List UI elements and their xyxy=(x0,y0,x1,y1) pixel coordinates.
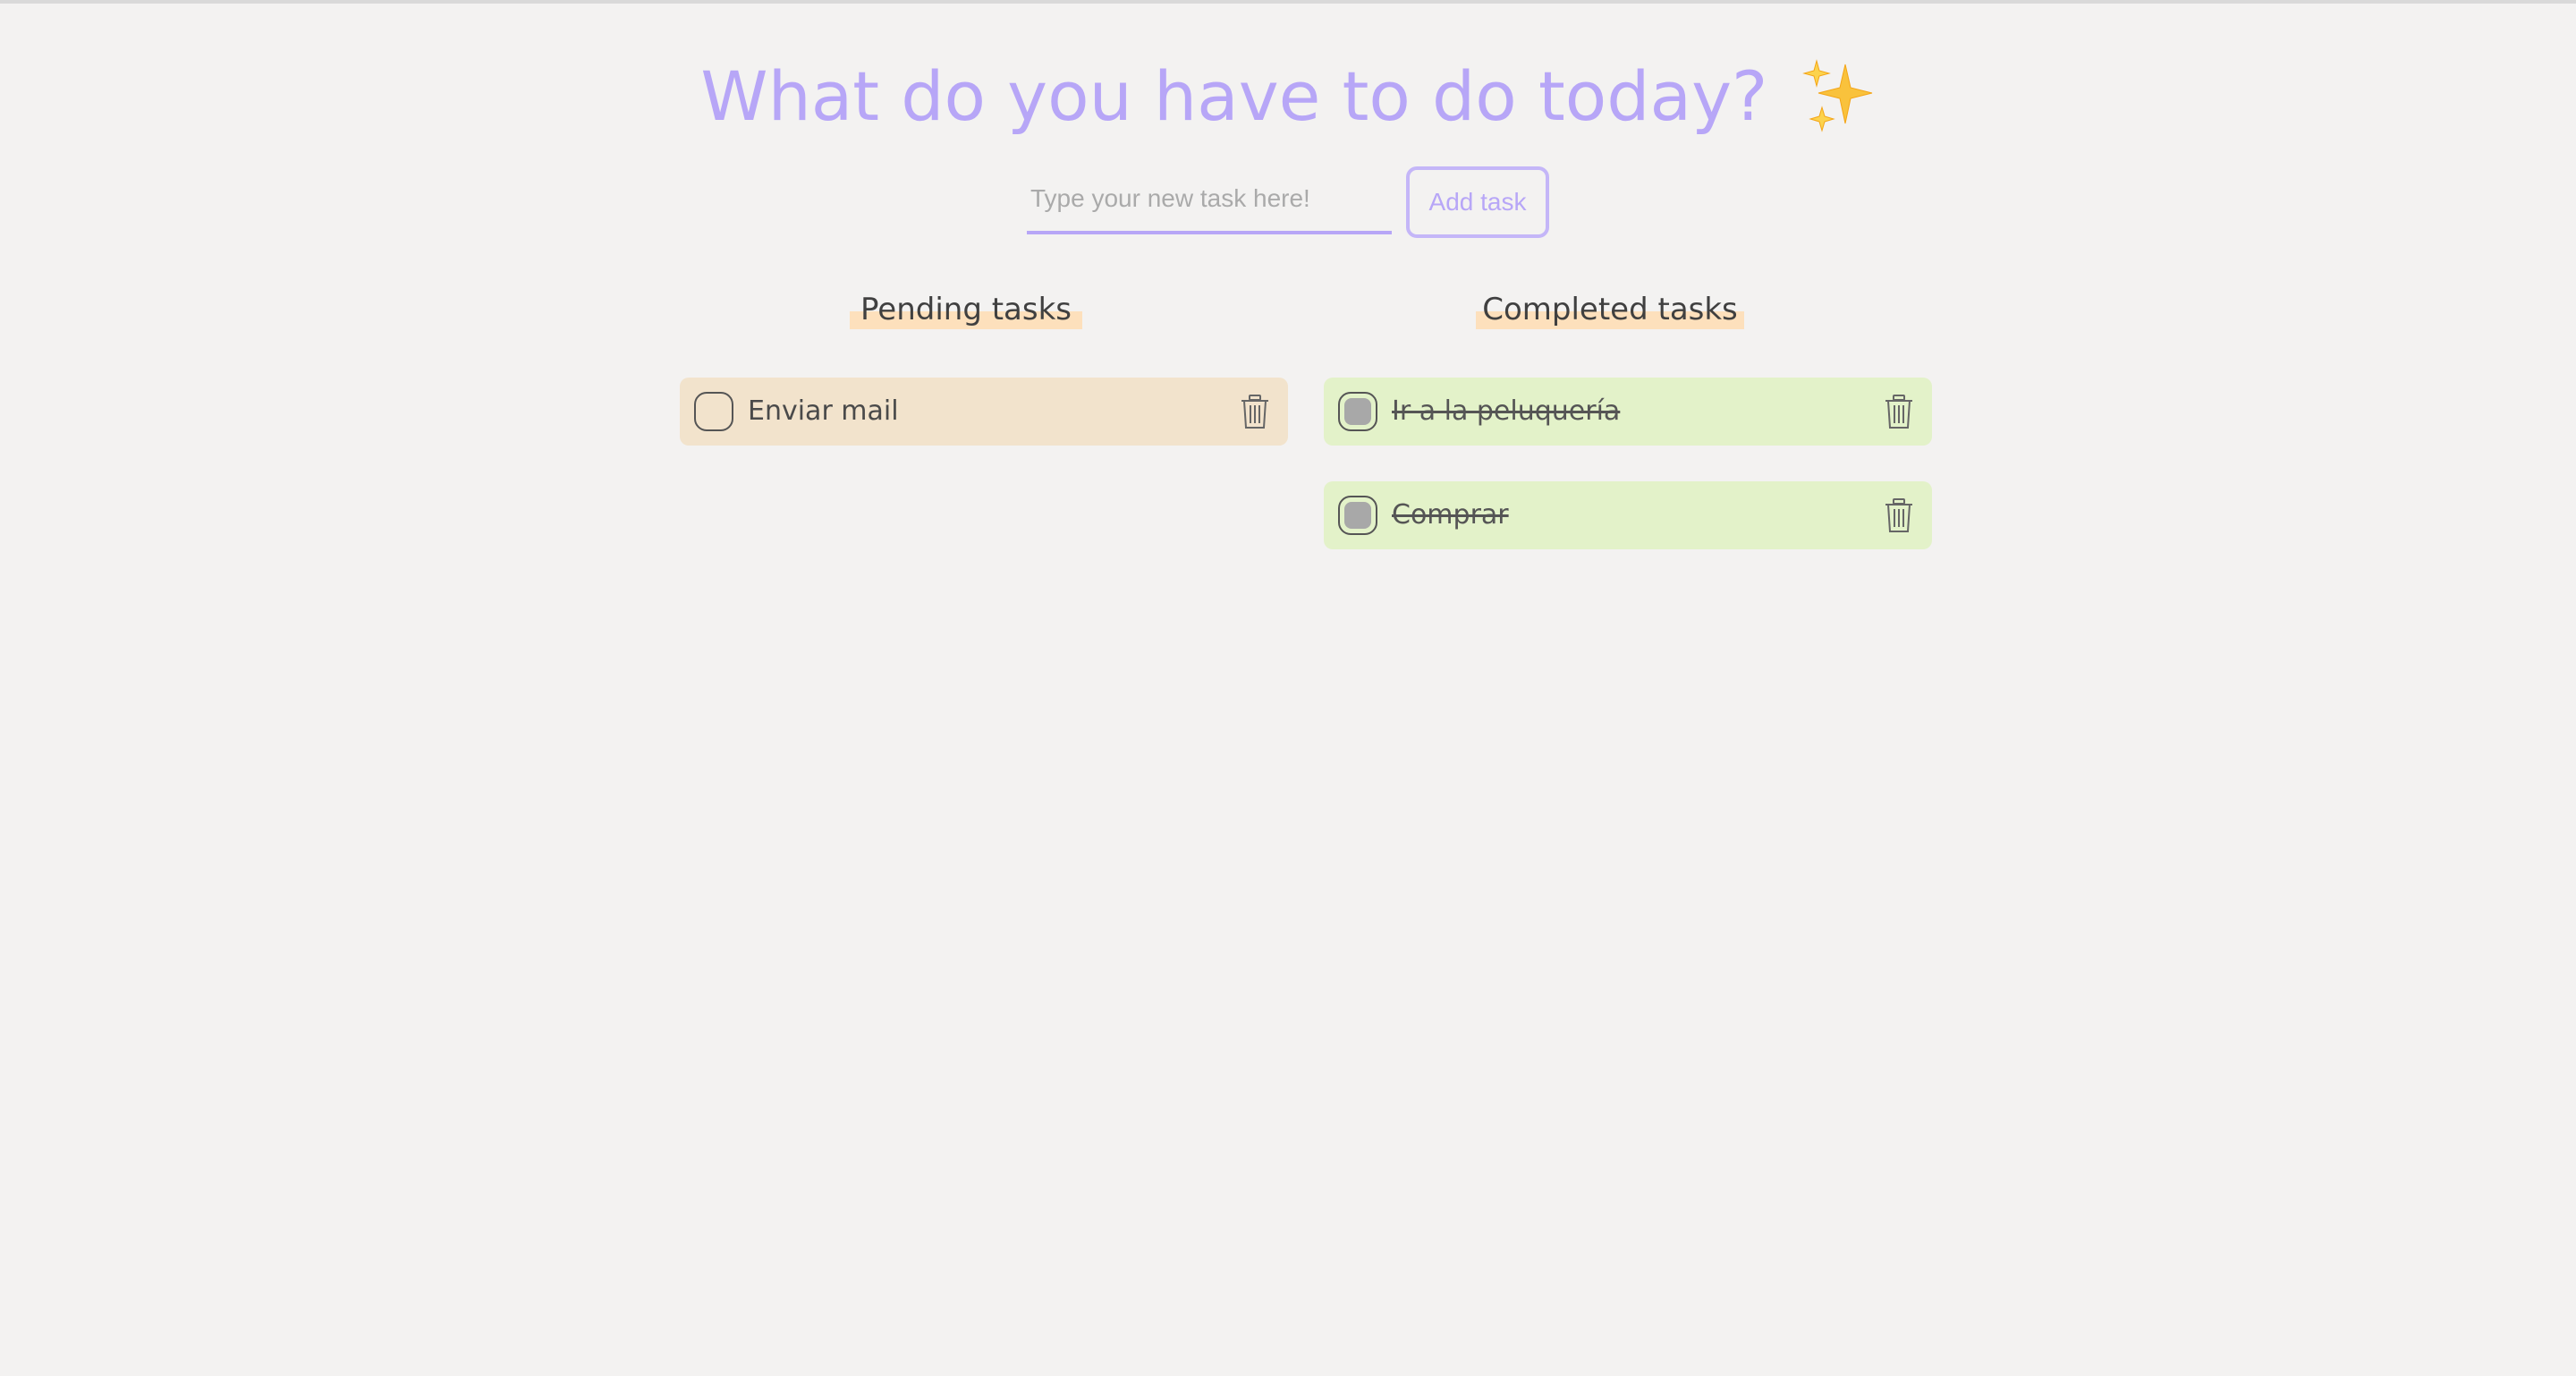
task-checkbox[interactable] xyxy=(694,392,733,431)
add-task-button[interactable]: Add task xyxy=(1406,166,1549,238)
task-label: Comprar xyxy=(1392,499,1509,531)
pending-tasks-heading: Pending tasks xyxy=(850,288,1082,333)
pending-task-item: Enviar mail xyxy=(680,378,1288,446)
task-label: Enviar mail xyxy=(748,395,899,427)
new-task-input[interactable] xyxy=(1027,166,1392,234)
task-checkbox-checked[interactable] xyxy=(1338,392,1377,431)
sparkles-icon xyxy=(1801,59,1872,132)
completed-task-item: Ir a la peluquería xyxy=(1324,378,1932,446)
trash-icon[interactable] xyxy=(1884,394,1914,429)
completed-task-item: Comprar xyxy=(1324,481,1932,549)
completed-tasks-heading: Completed tasks xyxy=(1476,288,1744,333)
task-checkbox-checked[interactable] xyxy=(1338,496,1377,535)
task-label: Ir a la peluquería xyxy=(1392,395,1621,427)
trash-icon[interactable] xyxy=(1240,394,1270,429)
page-title-text: What do you have to do today? xyxy=(700,56,1768,136)
pending-tasks-heading-text: Pending tasks xyxy=(860,292,1072,327)
todo-app: What do you have to do today? Add task P… xyxy=(0,0,2576,1376)
new-task-form: Add task xyxy=(1027,166,1549,238)
page-title: What do you have to do today? xyxy=(0,52,2576,141)
trash-icon[interactable] xyxy=(1884,497,1914,533)
completed-tasks-heading-text: Completed tasks xyxy=(1482,292,1738,327)
